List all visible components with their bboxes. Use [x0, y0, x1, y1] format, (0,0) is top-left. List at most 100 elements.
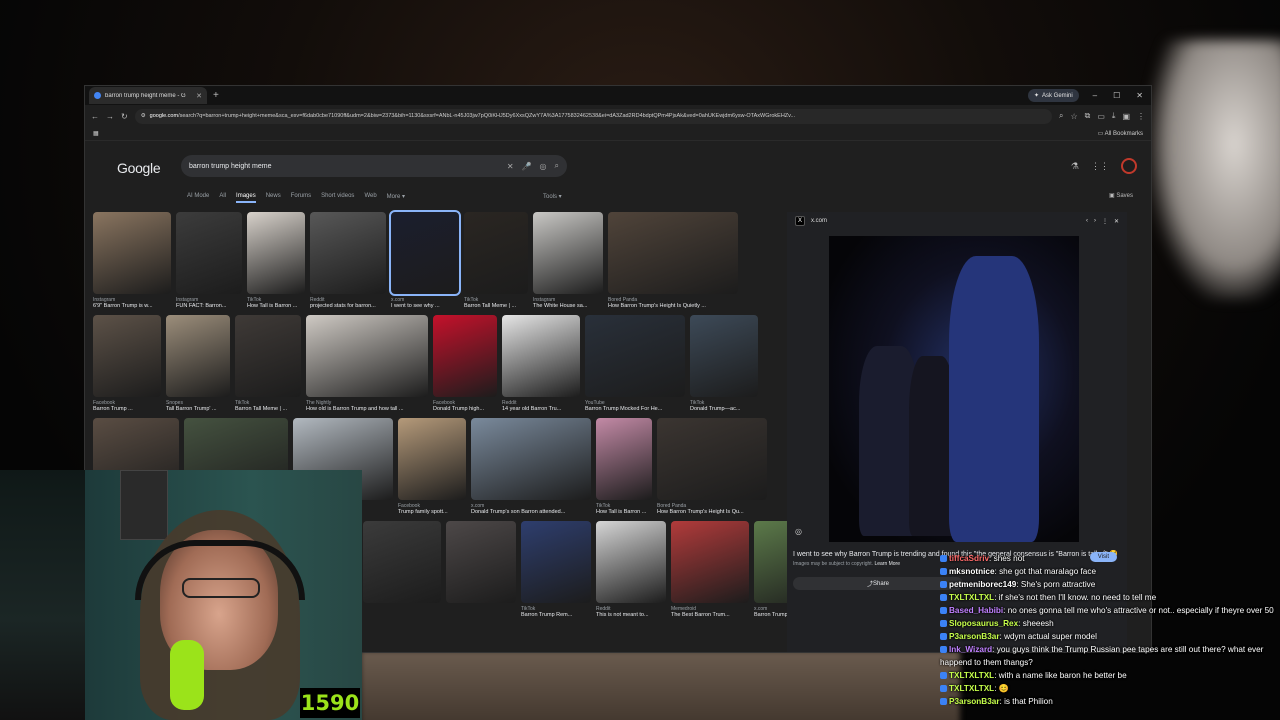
- close-tab-icon[interactable]: ✕: [196, 92, 202, 100]
- image-result[interactable]: Reddit 14 year old Barron Tru...: [502, 315, 580, 412]
- result-caption[interactable]: Donald Trump's son Barron attended...: [471, 509, 591, 515]
- ask-gemini-button[interactable]: ✦ Ask Gemini: [1027, 89, 1079, 102]
- zoom-icon[interactable]: ⌕: [1059, 111, 1063, 121]
- image-result[interactable]: TikTok Donald Trump—ac...: [690, 315, 758, 412]
- tools-button[interactable]: Tools ▾: [543, 193, 562, 200]
- result-thumbnail[interactable]: [446, 521, 516, 603]
- lens-icon[interactable]: ◎: [540, 162, 547, 171]
- result-caption[interactable]: How Tall is Barron ...: [247, 303, 305, 309]
- search-input[interactable]: barron trump height meme: [189, 163, 499, 170]
- site-info-icon[interactable]: ⚙: [141, 113, 146, 119]
- clear-icon[interactable]: ✕: [507, 162, 514, 171]
- image-result[interactable]: Facebook Barron Trump ...: [93, 315, 161, 412]
- result-thumbnail[interactable]: [306, 315, 428, 397]
- avatar[interactable]: [1121, 158, 1137, 174]
- result-thumbnail[interactable]: [521, 521, 591, 603]
- search-icon[interactable]: ⌕: [555, 161, 559, 171]
- voice-search-icon[interactable]: 🎤: [522, 162, 532, 171]
- result-caption[interactable]: Tall Barron Trump' ...: [166, 406, 230, 412]
- filter-images[interactable]: Images: [236, 193, 256, 203]
- image-result[interactable]: TikTok Barron Tall Meme | ...: [235, 315, 301, 412]
- maximize-icon[interactable]: ☐: [1113, 91, 1120, 100]
- result-caption[interactable]: Barron Trump ...: [93, 406, 161, 412]
- result-caption[interactable]: Barron Trump Mocked For He...: [585, 406, 685, 412]
- result-caption[interactable]: This is not meant to...: [596, 612, 666, 618]
- result-caption[interactable]: Barron Trump Rem...: [521, 612, 591, 618]
- url-field[interactable]: ⚙ google.com/search?q=barron+trump+heigh…: [134, 108, 1052, 124]
- image-result[interactable]: The Nightly How old is Barron Trump and h…: [306, 315, 428, 412]
- image-result[interactable]: Facebook Trump family spott...: [398, 418, 466, 515]
- result-caption[interactable]: Donald Trump—ac...: [690, 406, 758, 412]
- learn-more-link[interactable]: Learn More: [874, 561, 900, 567]
- preview-image[interactable]: ◎: [795, 236, 1079, 542]
- image-result[interactable]: Reddit This is not meant to...: [596, 521, 666, 618]
- result-thumbnail[interactable]: [389, 210, 461, 296]
- extensions-icon[interactable]: ⧉: [1085, 111, 1091, 121]
- image-result[interactable]: Instagram The White House sa...: [533, 212, 603, 309]
- result-caption[interactable]: How Barron Trump's Height Is Quietly ...: [608, 303, 738, 309]
- result-thumbnail[interactable]: [166, 315, 230, 397]
- filter-web[interactable]: Web: [364, 193, 376, 203]
- lens-search-icon[interactable]: ◎: [795, 527, 802, 536]
- download-icon[interactable]: ⤓: [1112, 111, 1116, 121]
- result-caption[interactable]: Donald Trump high...: [433, 406, 497, 412]
- result-thumbnail[interactable]: [235, 315, 301, 397]
- result-thumbnail[interactable]: [433, 315, 497, 397]
- result-caption[interactable]: I went to see why ...: [391, 303, 459, 309]
- chat-username[interactable]: Ink_Wizard: [949, 645, 992, 654]
- result-caption[interactable]: Barron Tall Meme | ...: [464, 303, 528, 309]
- result-thumbnail[interactable]: [247, 212, 305, 294]
- screenshot-icon[interactable]: ▣: [1122, 112, 1130, 121]
- search-box[interactable]: barron trump height meme ✕ 🎤 ◎ ⌕: [181, 155, 567, 177]
- image-result[interactable]: TikTok Barron Tall Meme | ...: [464, 212, 528, 309]
- saves-button[interactable]: ▣ Saves: [1109, 192, 1133, 199]
- image-result[interactable]: [363, 521, 441, 618]
- result-caption[interactable]: Trump family spott...: [398, 509, 466, 515]
- labs-icon[interactable]: ⚗: [1071, 161, 1079, 172]
- result-thumbnail[interactable]: [471, 418, 591, 500]
- filter-ai-mode[interactable]: AI Mode: [187, 193, 209, 203]
- image-result[interactable]: x.com I went to see why ...: [389, 210, 461, 309]
- result-thumbnail[interactable]: [93, 315, 161, 397]
- result-thumbnail[interactable]: [464, 212, 528, 294]
- chat-username[interactable]: tiffcaSdriv: [949, 554, 989, 563]
- image-result[interactable]: YouTube Barron Trump Mocked For He...: [585, 315, 685, 412]
- preview-source[interactable]: x.com: [811, 218, 827, 224]
- close-window-icon[interactable]: ✕: [1136, 91, 1143, 100]
- image-result[interactable]: TikTok How Tall is Barron ...: [247, 212, 305, 309]
- result-caption[interactable]: 6'9" Barron Trump is w...: [93, 303, 171, 309]
- filter-short-videos[interactable]: Short videos: [321, 193, 354, 203]
- result-caption[interactable]: 14 year old Barron Tru...: [502, 406, 580, 412]
- google-logo[interactable]: Google: [117, 160, 161, 176]
- reload-icon[interactable]: ↻: [121, 112, 128, 121]
- chat-username[interactable]: Sloposaurus_Rex: [949, 619, 1018, 628]
- image-result[interactable]: Bored Panda How Barron Trump's Height Is …: [608, 212, 738, 309]
- filter-news[interactable]: News: [266, 193, 281, 203]
- result-thumbnail[interactable]: [363, 521, 441, 603]
- result-thumbnail[interactable]: [93, 212, 171, 294]
- minimize-icon[interactable]: –: [1093, 91, 1097, 100]
- chat-username[interactable]: Based_Habibi: [949, 606, 1003, 615]
- result-thumbnail[interactable]: [690, 315, 758, 397]
- result-caption[interactable]: How Tall is Barron ...: [596, 509, 652, 515]
- result-thumbnail[interactable]: [671, 521, 749, 603]
- filter-all[interactable]: All: [219, 193, 226, 203]
- result-caption[interactable]: FUN FACT: Barron...: [176, 303, 242, 309]
- result-thumbnail[interactable]: [596, 521, 666, 603]
- back-icon[interactable]: ←: [91, 112, 99, 121]
- image-result[interactable]: Instagram FUN FACT: Barron...: [176, 212, 242, 309]
- chat-username[interactable]: petmeniborec149: [949, 580, 1016, 589]
- close-preview-icon[interactable]: ✕: [1114, 218, 1119, 225]
- image-result[interactable]: x.com Donald Trump's son Barron attended.…: [471, 418, 591, 515]
- result-thumbnail[interactable]: [657, 418, 767, 500]
- result-caption[interactable]: How Barron Trump's Height Is Qu...: [657, 509, 767, 515]
- more-options-icon[interactable]: ⋮: [1102, 218, 1108, 225]
- bookmark-star-icon[interactable]: ☆: [1070, 112, 1077, 121]
- next-icon[interactable]: ›: [1094, 218, 1096, 224]
- image-result[interactable]: Snopes Tall Barron Trump' ...: [166, 315, 230, 412]
- sidebar-icon[interactable]: ▭: [1097, 112, 1105, 121]
- menu-dots-icon[interactable]: ⋮: [1137, 112, 1145, 121]
- result-thumbnail[interactable]: [608, 212, 738, 294]
- result-thumbnail[interactable]: [398, 418, 466, 500]
- result-thumbnail[interactable]: [502, 315, 580, 397]
